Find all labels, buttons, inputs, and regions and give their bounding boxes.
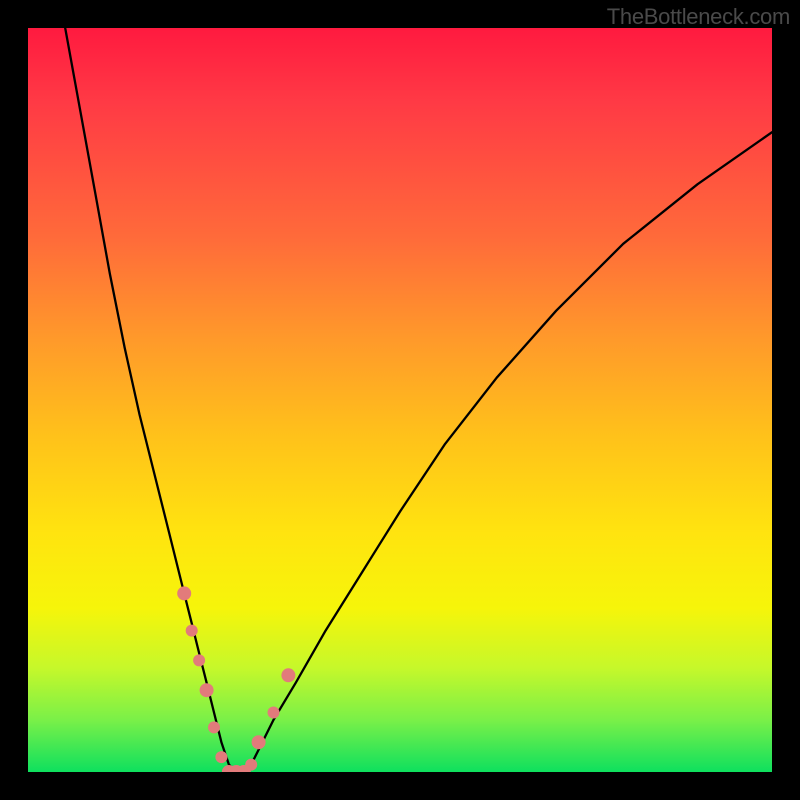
marker-point [186, 625, 198, 637]
highlight-markers [177, 586, 295, 772]
chart-frame: TheBottleneck.com [0, 0, 800, 800]
marker-point [245, 759, 257, 771]
marker-point [281, 668, 295, 682]
marker-point [177, 586, 191, 600]
bottleneck-curve [65, 28, 772, 772]
marker-point [268, 707, 280, 719]
watermark-text: TheBottleneck.com [607, 4, 790, 30]
marker-point [252, 735, 266, 749]
plot-area [28, 28, 772, 772]
marker-point [208, 721, 220, 733]
marker-point [193, 654, 205, 666]
curve-overlay [28, 28, 772, 772]
marker-point [200, 683, 214, 697]
marker-point [215, 751, 227, 763]
